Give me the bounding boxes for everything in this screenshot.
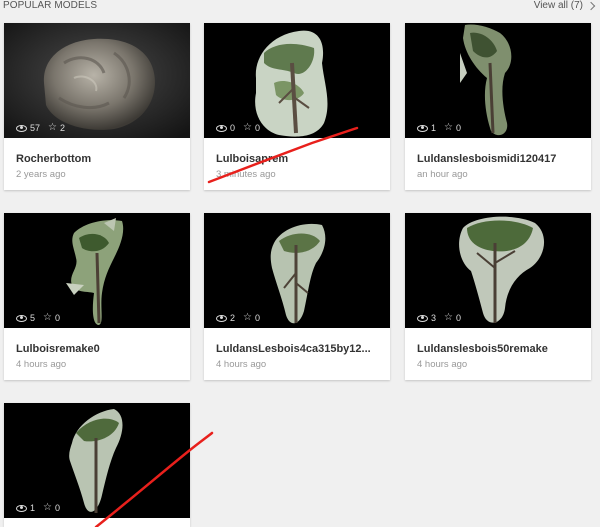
view-count: 1 — [431, 123, 437, 133]
model-time: an hour ago — [417, 169, 468, 180]
model-stats: 1 ☆ 0 — [16, 503, 60, 513]
eye-icon — [216, 314, 227, 322]
eye-icon — [417, 314, 428, 322]
model-time: 4 hours ago — [16, 359, 67, 370]
eye-icon — [216, 124, 227, 132]
model-thumbnail[interactable]: 1 ☆ 0 — [4, 403, 190, 518]
model-title[interactable]: Luldanslesbois50remake — [417, 343, 548, 355]
model-card[interactable]: 1 ☆ 0 — [4, 403, 190, 527]
eye-icon — [417, 124, 428, 132]
model-title[interactable]: Lulboisremake0 — [16, 343, 100, 355]
model-stats: 0 ☆ 0 — [216, 123, 260, 133]
like-count: 0 — [455, 123, 461, 133]
tree-model-image — [459, 216, 545, 323]
model-stats: 2 ☆ 0 — [216, 313, 260, 323]
eye-icon — [16, 124, 27, 132]
model-thumbnail[interactable]: 5 ☆ 0 — [4, 213, 190, 328]
view-count: 0 — [230, 123, 236, 133]
star-icon: ☆ — [444, 312, 453, 323]
model-time: 4 hours ago — [417, 359, 468, 370]
tree-model-image — [460, 24, 512, 136]
model-card[interactable]: 1 ☆ 0 Luldanslesboismidi120417 an hour ag… — [405, 23, 591, 190]
model-card[interactable]: 2 ☆ 0 LuldansLesbois4ca315by12... 4 hours… — [204, 213, 390, 380]
star-icon: ☆ — [243, 122, 252, 133]
model-title[interactable]: Lulboisaprem — [216, 153, 288, 165]
like-count: 0 — [54, 313, 60, 323]
like-count: 0 — [54, 503, 60, 513]
model-title[interactable]: Rocherbottom — [16, 153, 91, 165]
star-icon: ☆ — [43, 502, 52, 513]
model-time: 3 minutes ago — [216, 169, 276, 180]
model-thumbnail[interactable]: 3 ☆ 0 — [405, 213, 591, 328]
star-icon: ☆ — [43, 312, 52, 323]
model-time: 2 years ago — [16, 169, 66, 180]
model-title[interactable]: Luldanslesboismidi120417 — [417, 153, 556, 165]
model-thumbnail[interactable]: 57 ☆ 2 — [4, 23, 190, 138]
model-card[interactable]: 0 ☆ 0 Lulboisaprem 3 minutes ago — [204, 23, 390, 190]
model-card[interactable]: 3 ☆ 0 Luldanslesbois50remake 4 hours ago — [405, 213, 591, 380]
tree-model-image — [255, 30, 328, 137]
section-title: POPULAR MODELS — [3, 0, 98, 11]
view-count: 1 — [30, 503, 36, 513]
like-count: 0 — [455, 313, 461, 323]
section-header: POPULAR MODELS View all (7) — [0, 0, 600, 14]
model-thumbnail[interactable]: 2 ☆ 0 — [204, 213, 390, 328]
like-count: 0 — [254, 123, 260, 133]
view-count: 3 — [431, 313, 437, 323]
view-count: 2 — [230, 313, 236, 323]
model-card[interactable]: 57 ☆ 2 Rocherbottom 2 years ago — [4, 23, 190, 190]
tree-model-image — [66, 218, 124, 325]
view-all-label: View all (7) — [533, 0, 583, 11]
star-icon: ☆ — [243, 312, 252, 323]
view-count: 57 — [30, 123, 41, 133]
model-stats: 57 ☆ 2 — [16, 123, 65, 133]
chevron-right-icon — [586, 1, 596, 11]
model-thumbnail[interactable]: 1 ☆ 0 — [405, 23, 591, 138]
like-count: 2 — [59, 123, 65, 133]
like-count: 0 — [254, 313, 260, 323]
tree-model-image — [69, 409, 123, 513]
model-stats: 1 ☆ 0 — [417, 123, 461, 133]
view-count: 5 — [30, 313, 36, 323]
tree-model-image — [270, 223, 326, 324]
model-card[interactable]: 5 ☆ 0 Lulboisremake0 4 hours ago — [4, 213, 190, 380]
model-stats: 3 ☆ 0 — [417, 313, 461, 323]
model-title[interactable]: LuldansLesbois4ca315by12... — [216, 343, 371, 355]
model-time: 4 hours ago — [216, 359, 267, 370]
rock-model-image — [4, 23, 190, 138]
model-stats: 5 ☆ 0 — [16, 313, 60, 323]
eye-icon — [16, 314, 27, 322]
model-thumbnail[interactable]: 0 ☆ 0 — [204, 23, 390, 138]
view-all-link[interactable]: View all (7) — [533, 0, 596, 11]
star-icon: ☆ — [444, 122, 453, 133]
eye-icon — [16, 504, 27, 512]
star-icon: ☆ — [48, 122, 57, 133]
